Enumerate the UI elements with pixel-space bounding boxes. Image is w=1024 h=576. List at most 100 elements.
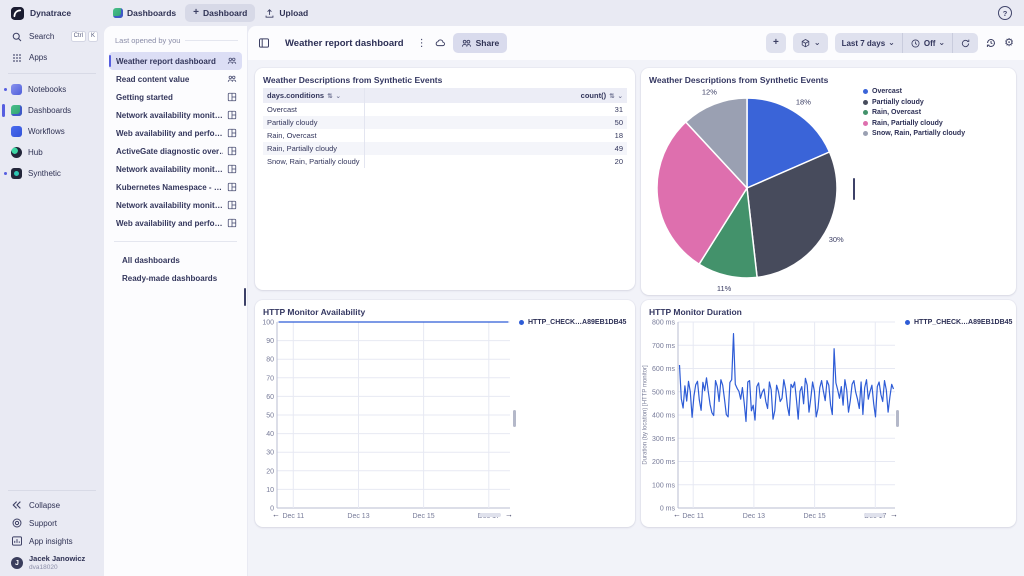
- weather-table: days.conditions ⇅ ⌄ count() ⇅ ⌄ Overcast…: [263, 88, 627, 168]
- svg-text:11%: 11%: [717, 284, 732, 293]
- legend-dot: [863, 89, 868, 94]
- scroll-left-icon[interactable]: ←: [673, 511, 681, 519]
- apps-button[interactable]: Apps: [0, 47, 104, 68]
- svg-text:Dec 13: Dec 13: [743, 513, 765, 520]
- legend-item[interactable]: Rain, Overcast: [863, 109, 965, 116]
- vertical-scrollbar-thumb[interactable]: [853, 178, 855, 200]
- dashboard-list-item[interactable]: ActiveGate diagnostic over…: [109, 142, 242, 160]
- dashboard-list-item[interactable]: Read content value: [109, 70, 242, 88]
- legend-dot: [863, 121, 868, 126]
- column-header[interactable]: days.conditions: [267, 91, 324, 100]
- table-cell-count: 20: [365, 157, 627, 166]
- rail-item-synthetic[interactable]: Synthetic: [0, 163, 104, 184]
- rail-item-app-insights[interactable]: App insights: [0, 532, 104, 550]
- horizontal-scrollbar-thumb[interactable]: [864, 513, 884, 517]
- dashboard-list-item[interactable]: Getting started: [109, 88, 242, 106]
- brand-name: Dynatrace: [30, 8, 71, 18]
- auto-refresh-selector[interactable]: Off ⌄: [902, 33, 952, 53]
- add-tile-button[interactable]: +: [766, 33, 786, 53]
- rail-item-support[interactable]: Support: [0, 514, 104, 532]
- chevron-down-icon[interactable]: ⌄: [336, 92, 341, 100]
- rail-item-hub[interactable]: Hub: [0, 142, 104, 163]
- refresh-button[interactable]: [952, 33, 978, 53]
- dashboard-list-item[interactable]: Kubernetes Namespace - …: [109, 178, 242, 196]
- rail-item-workflows[interactable]: Workflows: [0, 121, 104, 142]
- brand-row[interactable]: Dynatrace: [0, 0, 104, 26]
- notebooks-app-icon: [11, 84, 22, 95]
- table-body: Overcast31Partially cloudy50Rain, Overca…: [263, 103, 627, 168]
- dashboard-list-item[interactable]: Web availability and perfo…: [109, 124, 242, 142]
- refresh-icon: [960, 38, 971, 49]
- cube-icon: [800, 38, 811, 49]
- panel-scrollbar-thumb[interactable]: [244, 288, 246, 306]
- legend-item[interactable]: HTTP_CHECK…A89EB1DB45: [519, 319, 626, 326]
- tab-dashboards[interactable]: Dashboards: [113, 8, 176, 18]
- dashboards-links: All dashboardsReady-made dashboards: [104, 251, 247, 287]
- svg-text:60: 60: [266, 394, 274, 401]
- dashboard-list-item[interactable]: Network availability monit…: [109, 196, 242, 214]
- apps-grid-icon: [11, 52, 23, 64]
- panel-link-all-dashboards[interactable]: All dashboards: [109, 251, 242, 269]
- panel-link-ready-made-dashboards[interactable]: Ready-made dashboards: [109, 269, 242, 287]
- dashboard-list-item[interactable]: Network availability monit…: [109, 106, 242, 124]
- people-icon: [227, 74, 237, 84]
- user-id: dva18020: [29, 564, 85, 571]
- scroll-left-icon[interactable]: ←: [272, 511, 280, 519]
- table-cell-condition: Rain, Partially cloudy: [263, 142, 365, 155]
- dashboard-canvas: Weather Descriptions from Synthetic Even…: [248, 60, 1024, 576]
- svg-text:40: 40: [266, 431, 274, 438]
- table-row[interactable]: Rain, Partially cloudy49: [263, 142, 627, 155]
- dashboard-list-item[interactable]: Network availability monit…: [109, 160, 242, 178]
- legend-item[interactable]: Rain, Partially cloudy: [863, 120, 965, 127]
- table-row[interactable]: Partially cloudy50: [263, 116, 627, 129]
- scroll-right-icon[interactable]: →: [505, 511, 513, 519]
- legend-item[interactable]: Partially cloudy: [863, 99, 965, 106]
- svg-text:100: 100: [262, 320, 274, 327]
- dashboard-list-item[interactable]: Weather report dashboard: [109, 52, 242, 70]
- tile-weather-table: Weather Descriptions from Synthetic Even…: [255, 68, 635, 290]
- chevron-down-icon[interactable]: ⌄: [618, 92, 623, 100]
- scroll-right-icon[interactable]: →: [890, 511, 898, 519]
- help-icon[interactable]: ?: [998, 6, 1012, 20]
- cloud-sync-icon[interactable]: [434, 37, 446, 49]
- table-row[interactable]: Snow, Rain, Partially cloudy20: [263, 155, 627, 168]
- time-range-selector[interactable]: Last 7 days ⌄: [835, 33, 902, 53]
- legend-item[interactable]: HTTP_CHECK…A89EB1DB45: [905, 319, 1012, 326]
- dashboard-list-item[interactable]: Web availability and perfo…: [109, 214, 242, 232]
- new-dashboard-button[interactable]: + Dashboard: [185, 4, 255, 22]
- notification-dot: [4, 88, 7, 91]
- rail-item-notebooks[interactable]: Notebooks: [0, 79, 104, 100]
- settings-gear-icon[interactable]: ⚙: [1004, 38, 1014, 49]
- table-row[interactable]: Overcast31: [263, 103, 627, 116]
- legend-item[interactable]: Snow, Rain, Partially cloudy: [863, 130, 965, 137]
- legend-item[interactable]: Overcast: [863, 88, 965, 95]
- user-menu[interactable]: J Jacek Janowicz dva18020: [0, 550, 104, 576]
- vertical-scrollbar-thumb[interactable]: [896, 410, 899, 427]
- horizontal-scrollbar-thumb[interactable]: [479, 513, 501, 517]
- upload-button[interactable]: Upload: [264, 8, 308, 19]
- sort-icon[interactable]: ⇅: [609, 92, 614, 100]
- main-area: Weather report dashboard ⋮ Share + ⌄: [248, 26, 1024, 576]
- table-row[interactable]: Rain, Overcast18: [263, 129, 627, 142]
- svg-text:Dec 11: Dec 11: [682, 513, 704, 520]
- legend-dot: [905, 320, 910, 325]
- vertical-scrollbar-thumb[interactable]: [513, 410, 516, 427]
- clock-icon: [910, 38, 921, 49]
- table-header-row: days.conditions ⇅ ⌄ count() ⇅ ⌄: [263, 88, 627, 103]
- board-icon[interactable]: [258, 37, 270, 49]
- sort-icon[interactable]: ⇅: [327, 92, 332, 100]
- kebab-menu-icon[interactable]: ⋮: [417, 38, 427, 49]
- tile-http-availability: HTTP Monitor Availability 01020304050607…: [255, 300, 635, 527]
- variables-button[interactable]: ⌄: [793, 33, 828, 53]
- tile-weather-pie: Weather Descriptions from Synthetic Even…: [641, 68, 1016, 295]
- people-icon: [227, 56, 237, 66]
- svg-text:90: 90: [266, 338, 274, 345]
- duration-line-chart: 0 ms100 ms200 ms300 ms400 ms500 ms600 ms…: [641, 300, 1016, 532]
- rail-item-collapse[interactable]: Collapse: [0, 496, 104, 514]
- column-header[interactable]: count(): [581, 91, 606, 100]
- share-button[interactable]: Share: [453, 33, 508, 53]
- history-icon[interactable]: [985, 37, 997, 49]
- search-button[interactable]: Search Ctrl K: [0, 26, 104, 47]
- rail-item-dashboards[interactable]: Dashboards: [0, 100, 104, 121]
- search-shortcut: Ctrl K: [71, 31, 98, 42]
